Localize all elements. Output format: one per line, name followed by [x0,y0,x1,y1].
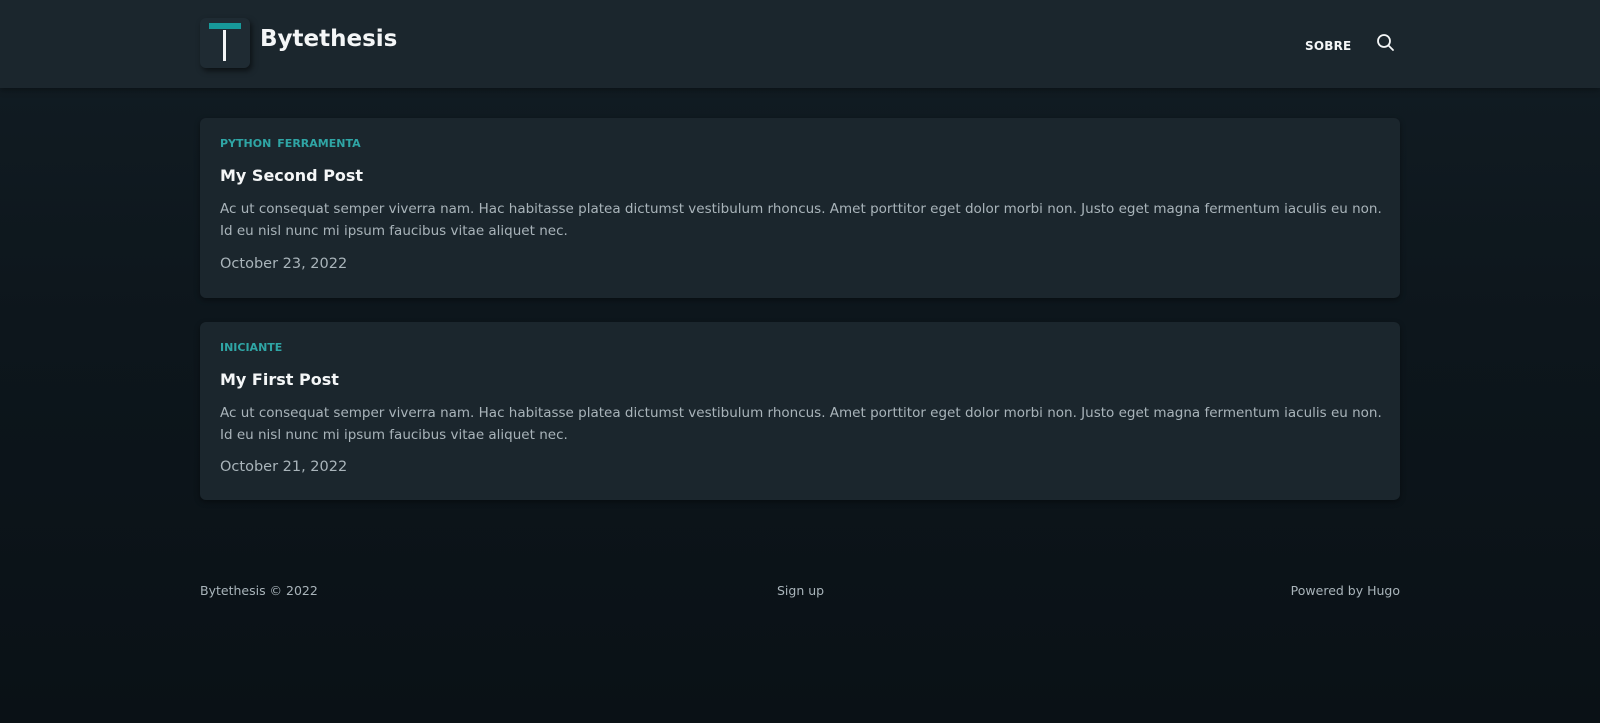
post-card[interactable]: INICIANTE My First Post Ac ut consequat … [200,322,1400,500]
logo-stem [223,30,226,61]
post-date: October 21, 2022 [220,459,348,475]
post-excerpt: Ac ut consequat semper viverra nam. Hac … [220,201,1382,239]
search-icon[interactable] [1374,31,1398,55]
post-excerpt: Ac ut consequat semper viverra nam. Hac … [220,405,1382,443]
post-title[interactable]: My First Post [220,370,339,389]
tag-link[interactable]: INICIANTE [220,341,282,354]
site-logo[interactable] [200,18,250,68]
tag-link[interactable]: PYTHON [220,137,271,150]
post-date: October 23, 2022 [220,256,348,272]
site-header: Bytethesis SOBRE [0,0,1600,88]
post-card[interactable]: PYTHON FERRAMENTA My Second Post Ac ut co… [200,118,1400,298]
nav-link-sobre[interactable]: SOBRE [1305,40,1351,52]
post-tags: INICIANTE [220,342,288,353]
tag-link[interactable]: FERRAMENTA [277,137,360,150]
footer-copyright: Bytethesis © 2022 [200,583,318,598]
post-tags: PYTHON FERRAMENTA [220,138,367,149]
post-title[interactable]: My Second Post [220,166,363,185]
footer-powered-by: Powered by Hugo [1290,583,1400,598]
logo-bar [209,23,241,29]
footer-signup-link[interactable]: Sign up [777,584,824,598]
site-title[interactable]: Bytethesis [260,28,397,51]
